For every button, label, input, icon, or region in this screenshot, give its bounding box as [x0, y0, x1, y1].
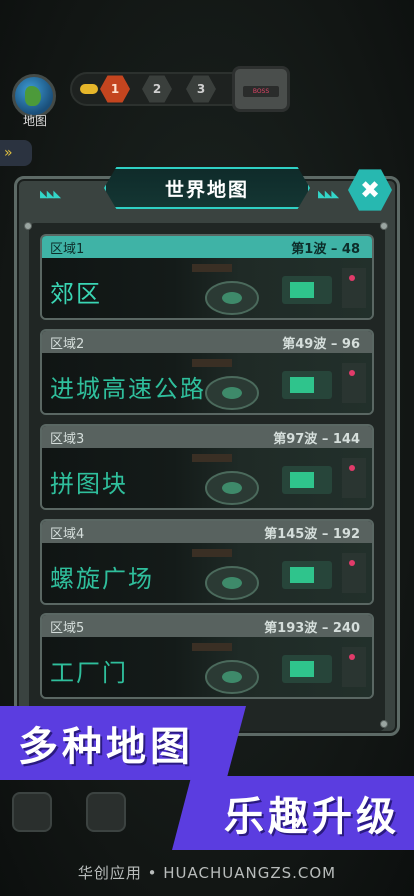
region-card-1[interactable]: 区域1 第1波 – 48 郊区 [40, 234, 374, 320]
region-name: 郊区 [50, 280, 102, 308]
region-card-5[interactable]: 区域5 第193波 – 240 工厂门 [40, 613, 374, 699]
bottom-menu-button[interactable] [12, 792, 52, 832]
region-wave-range: 第193波 – 240 [264, 620, 360, 636]
region-name: 螺旋广场 [50, 565, 154, 593]
region-wave-range: 第145波 – 192 [264, 526, 360, 542]
bolt-icon [24, 222, 32, 230]
close-icon: ✖ [359, 176, 381, 204]
region-name: 拼图块 [50, 470, 128, 498]
map-button-label: 地图 [22, 114, 47, 128]
modal-title-plate: 世界地图 [104, 167, 310, 209]
region-card-header: 区域3 第97波 – 144 [42, 426, 372, 448]
bolt-icon [380, 720, 388, 728]
region-area-label: 区域5 [50, 620, 85, 636]
region-name: 进城高速公路 [50, 375, 206, 403]
region-card-header: 区域1 第1波 – 48 [42, 236, 372, 258]
region-wave-range: 第97波 – 144 [273, 431, 360, 447]
region-wave-range: 第1波 – 48 [291, 241, 360, 257]
decor-stripes: ◣◣◣ [318, 189, 339, 200]
region-area-label: 区域3 [50, 431, 85, 447]
decor-stripes: ◣◣◣ [40, 189, 61, 200]
modal-title: 世界地图 [164, 178, 249, 201]
region-map-thumbnail [192, 643, 366, 694]
region-card-4[interactable]: 区域4 第145波 – 192 螺旋广场 [40, 519, 374, 605]
region-card-header: 区域2 第49波 – 96 [42, 331, 372, 353]
bottom-menu-button[interactable] [86, 792, 126, 832]
battery-icon [80, 84, 98, 94]
promo-banner-2: 乐趣升级 [172, 776, 414, 850]
region-card-header: 区域4 第145波 – 192 [42, 521, 372, 543]
region-area-label: 区域2 [50, 336, 85, 352]
region-area-label: 区域1 [50, 241, 85, 257]
region-map-thumbnail [192, 454, 366, 505]
boss-chest-icon: BOSS [232, 66, 290, 112]
promo-text-1: 多种地图 [18, 724, 194, 770]
region-area-label: 区域4 [50, 526, 85, 542]
watermark: 华创应用 • HUACHUANGZS.COM [77, 864, 337, 882]
globe-icon [25, 86, 41, 106]
boss-tag: BOSS [243, 86, 279, 97]
region-map-thumbnail [192, 549, 366, 600]
region-card-2[interactable]: 区域2 第49波 – 96 进城高速公路 [40, 329, 374, 415]
region-name: 工厂门 [50, 659, 128, 687]
region-card-header: 区域5 第193波 – 240 [42, 615, 372, 637]
promo-text-2: 乐趣升级 [224, 794, 400, 840]
bolt-icon [380, 222, 388, 230]
region-wave-range: 第49波 – 96 [282, 336, 360, 352]
expand-side-panel-button[interactable]: » [0, 140, 32, 166]
promo-banner-1: 多种地图 [0, 706, 246, 780]
region-map-thumbnail [192, 264, 366, 315]
region-card-3[interactable]: 区域3 第97波 – 144 拼图块 [40, 424, 374, 510]
